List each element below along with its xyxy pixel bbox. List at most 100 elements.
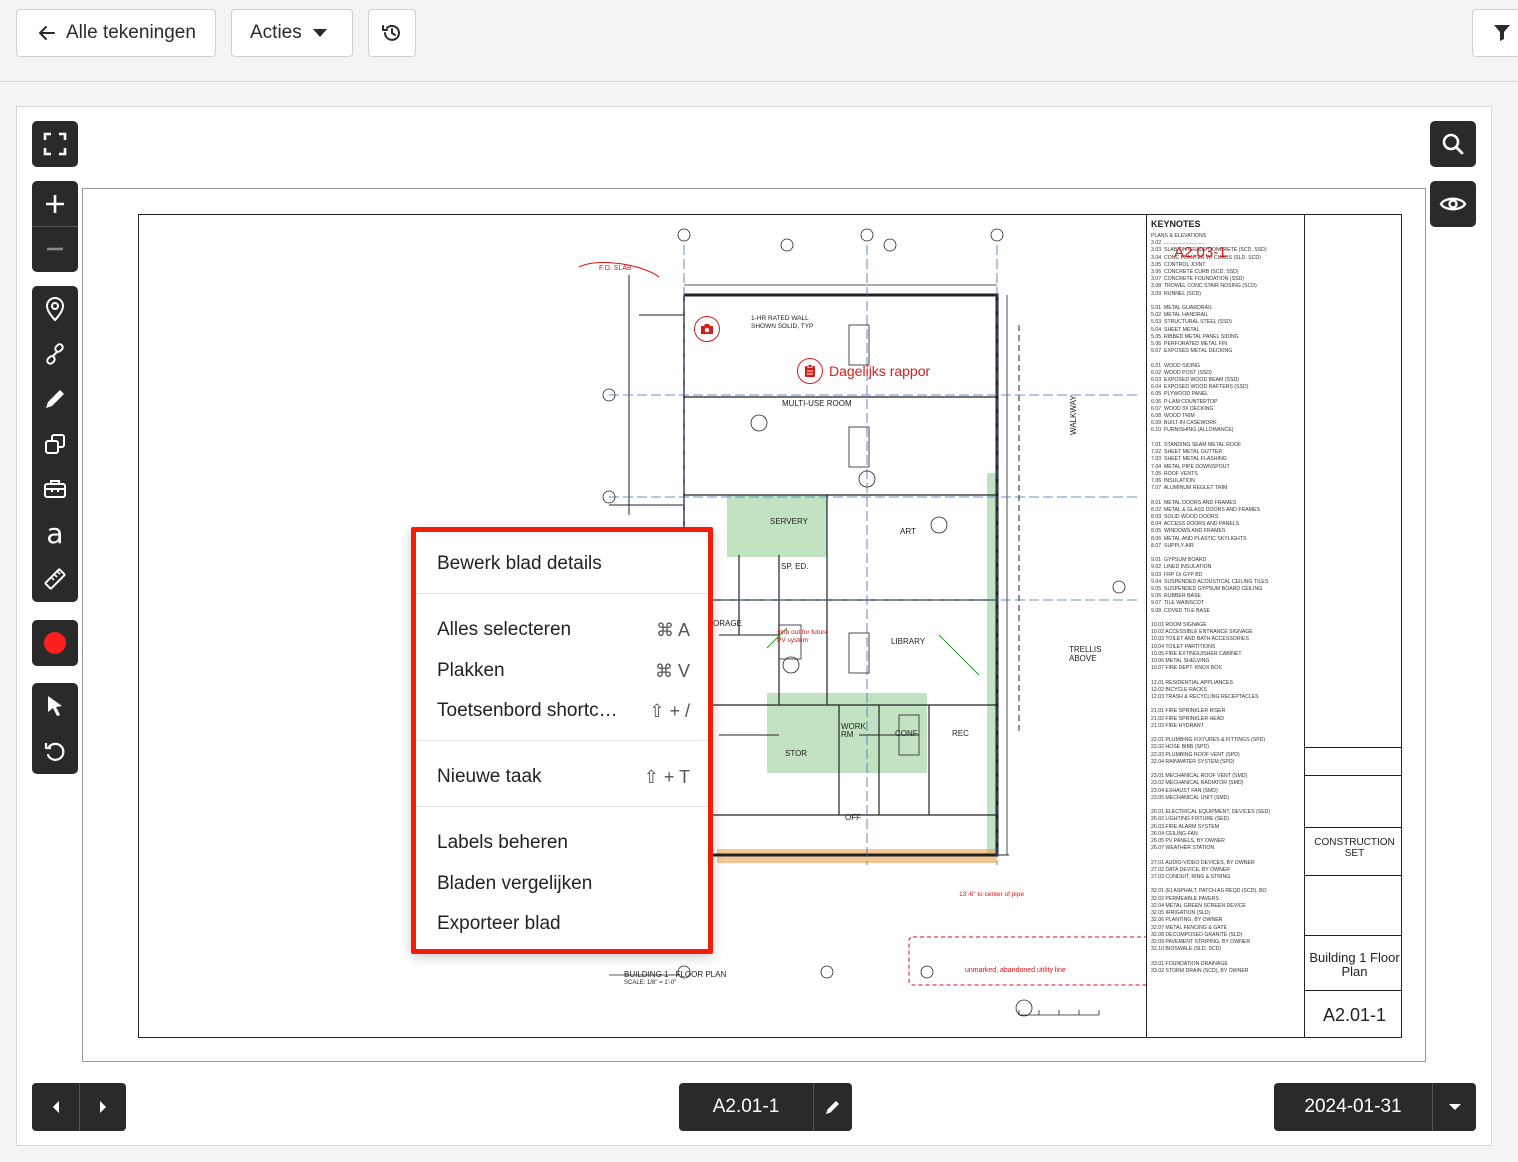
pencil-icon	[826, 1101, 839, 1114]
undo-tool[interactable]	[32, 728, 78, 773]
keynotes-panel: KEYNOTES PLANS & ELEVATIONS 3.02 .......…	[1146, 215, 1304, 1037]
menu-item-label: Bewerk blad details	[437, 553, 602, 574]
toolbox-tool[interactable]	[32, 466, 78, 511]
menu-item-shortcut: ⌘ A	[655, 619, 690, 640]
camera-icon	[701, 324, 713, 334]
stor-label: STOR	[785, 749, 808, 758]
fullscreen-tool[interactable]	[32, 121, 78, 167]
menu-item-label: Labels beheren	[437, 832, 568, 853]
menu-item-label: Toetsenbord shortc…	[437, 700, 618, 721]
plus-icon	[46, 194, 64, 213]
keynotes-list: PLANS & ELEVATIONS 3.02 ................…	[1151, 233, 1271, 974]
revision-dropdown-button[interactable]	[1432, 1083, 1476, 1131]
building-plan-title: BUILDING 1 - FLOOR PLAN	[624, 970, 727, 979]
color-picker-tool[interactable]	[32, 620, 78, 666]
menu-item-label: Bladen vergelijken	[437, 873, 593, 894]
search-button[interactable]	[1430, 121, 1476, 167]
revision-date: 2024-01-31	[1304, 1096, 1402, 1117]
filter-button[interactable]	[1472, 9, 1518, 57]
caret-down-icon	[312, 28, 327, 37]
chevron-right-icon	[100, 1101, 106, 1113]
shape-tool[interactable]	[32, 421, 78, 466]
off-label: OFF	[845, 813, 861, 822]
photo-markup[interactable]	[694, 316, 720, 342]
menu-item-export-sheet[interactable]: Exporteer blad	[437, 909, 690, 939]
arrow-left-icon	[39, 26, 55, 40]
daily-report-label: Dagelijks rappor	[829, 363, 931, 379]
clipboard-icon	[797, 358, 823, 384]
daily-report-markup[interactable]: Dagelijks rappor	[797, 358, 930, 384]
next-sheet-button[interactable]	[79, 1083, 126, 1131]
select-tool[interactable]	[32, 683, 78, 728]
drawing-sheet[interactable]: MULTI-USE ROOM SERVERY ART LIBRARY SP. E…	[82, 188, 1426, 1062]
menu-item-shortcut: ⇧ + T	[643, 766, 690, 787]
menu-item-label: Plakken	[437, 660, 505, 681]
servery-label: SERVERY	[770, 517, 808, 526]
center-pipe-note: 13'-6" to center of pipe	[959, 891, 1024, 898]
undo-icon	[44, 742, 65, 761]
link-icon	[46, 342, 64, 365]
menu-item-label: Alles selecteren	[437, 619, 572, 640]
visibility-button[interactable]	[1430, 181, 1476, 227]
abandoned-line-note: unmarked, abandoned utility line	[965, 967, 1066, 974]
shapes-icon	[45, 433, 65, 454]
text-tool[interactable]: a	[32, 511, 78, 556]
zoom-in-button[interactable]	[32, 181, 78, 226]
rec-label: REC	[952, 729, 969, 738]
ruler-icon	[44, 568, 66, 589]
edit-sheet-button[interactable]	[813, 1083, 852, 1131]
top-toolbar: Alle tekeningen Acties	[0, 0, 1518, 82]
minus-icon	[47, 247, 63, 251]
menu-item-shortcut: ⌘ V	[654, 660, 690, 681]
history-button[interactable]	[368, 9, 416, 57]
cursor-arrow-icon	[48, 695, 62, 716]
history-icon	[382, 24, 400, 41]
revision-date-selector[interactable]: 2024-01-31	[1274, 1083, 1476, 1131]
location-pin-icon	[45, 296, 65, 321]
measure-tool[interactable]	[32, 556, 78, 601]
menu-item-manage-labels[interactable]: Labels beheren	[437, 828, 690, 858]
walkway-label: WALKWAY	[1069, 395, 1078, 435]
keynotes-title: KEYNOTES	[1151, 219, 1201, 229]
text-a-icon: a	[46, 516, 64, 550]
filter-icon	[1494, 25, 1510, 41]
menu-item-edit-sheet-details[interactable]: Bewerk blad details	[437, 549, 690, 579]
back-to-all-drawings-button[interactable]: Alle tekeningen	[16, 9, 216, 57]
sheet-number: A2.01-1	[712, 1096, 780, 1117]
markup-tools: a	[32, 286, 78, 602]
link-tool[interactable]	[32, 331, 78, 376]
pen-tool[interactable]	[32, 376, 78, 421]
sheet-selector[interactable]: A2.01-1	[679, 1083, 852, 1131]
record-color-dot	[44, 631, 66, 654]
chevron-left-icon	[52, 1101, 59, 1113]
toolbox-icon	[44, 479, 66, 498]
sheet-reference-markup[interactable]: A2.03-1	[1174, 244, 1227, 261]
menu-item-new-task[interactable]: Nieuwe taak ⇧ + T	[437, 762, 690, 792]
construction-set-label: CONSTRUCTION SET	[1314, 837, 1395, 859]
menu-item-keyboard-shortcuts[interactable]: Toetsenbord shortc… ⇧ + /	[437, 696, 690, 726]
selection-tools	[32, 683, 78, 774]
plan-scale: SCALE: 1/8" = 1'-0"	[624, 980, 677, 986]
actions-dropdown[interactable]: Acties	[231, 9, 353, 57]
menu-item-paste[interactable]: Plakken ⌘ V	[437, 656, 690, 686]
menu-item-select-all[interactable]: Alles selecteren ⌘ A	[437, 615, 690, 645]
work-room-label: WORK RM	[841, 722, 866, 739]
menu-item-compare-sheets[interactable]: Bladen vergelijken	[437, 869, 690, 899]
sheet-title-label: Building 1 Floor Plan	[1309, 950, 1400, 979]
pin-tool[interactable]	[32, 286, 78, 331]
sheet-border: MULTI-USE ROOM SERVERY ART LIBRARY SP. E…	[138, 214, 1402, 1038]
art-label: ART	[900, 527, 916, 536]
trellis-label: TRELLIS ABOVE	[1069, 645, 1102, 663]
zoom-out-button[interactable]	[32, 226, 78, 271]
sp-ed-label: SP. ED.	[781, 562, 809, 571]
menu-item-label: Exporteer blad	[437, 913, 561, 934]
previous-sheet-button[interactable]	[32, 1083, 79, 1131]
sheet-number-label: A2.01-1	[1322, 1005, 1387, 1025]
title-block: CONSTRUCTION SET Building 1 Floor Plan A…	[1304, 215, 1401, 1037]
context-menu: Bewerk blad details Alles selecteren ⌘ A…	[411, 527, 713, 954]
zoom-controls	[32, 181, 78, 272]
library-label: LIBRARY	[891, 637, 926, 646]
actions-label: Acties	[250, 22, 302, 43]
back-label: Alle tekeningen	[66, 22, 196, 43]
fullscreen-icon	[43, 132, 67, 155]
